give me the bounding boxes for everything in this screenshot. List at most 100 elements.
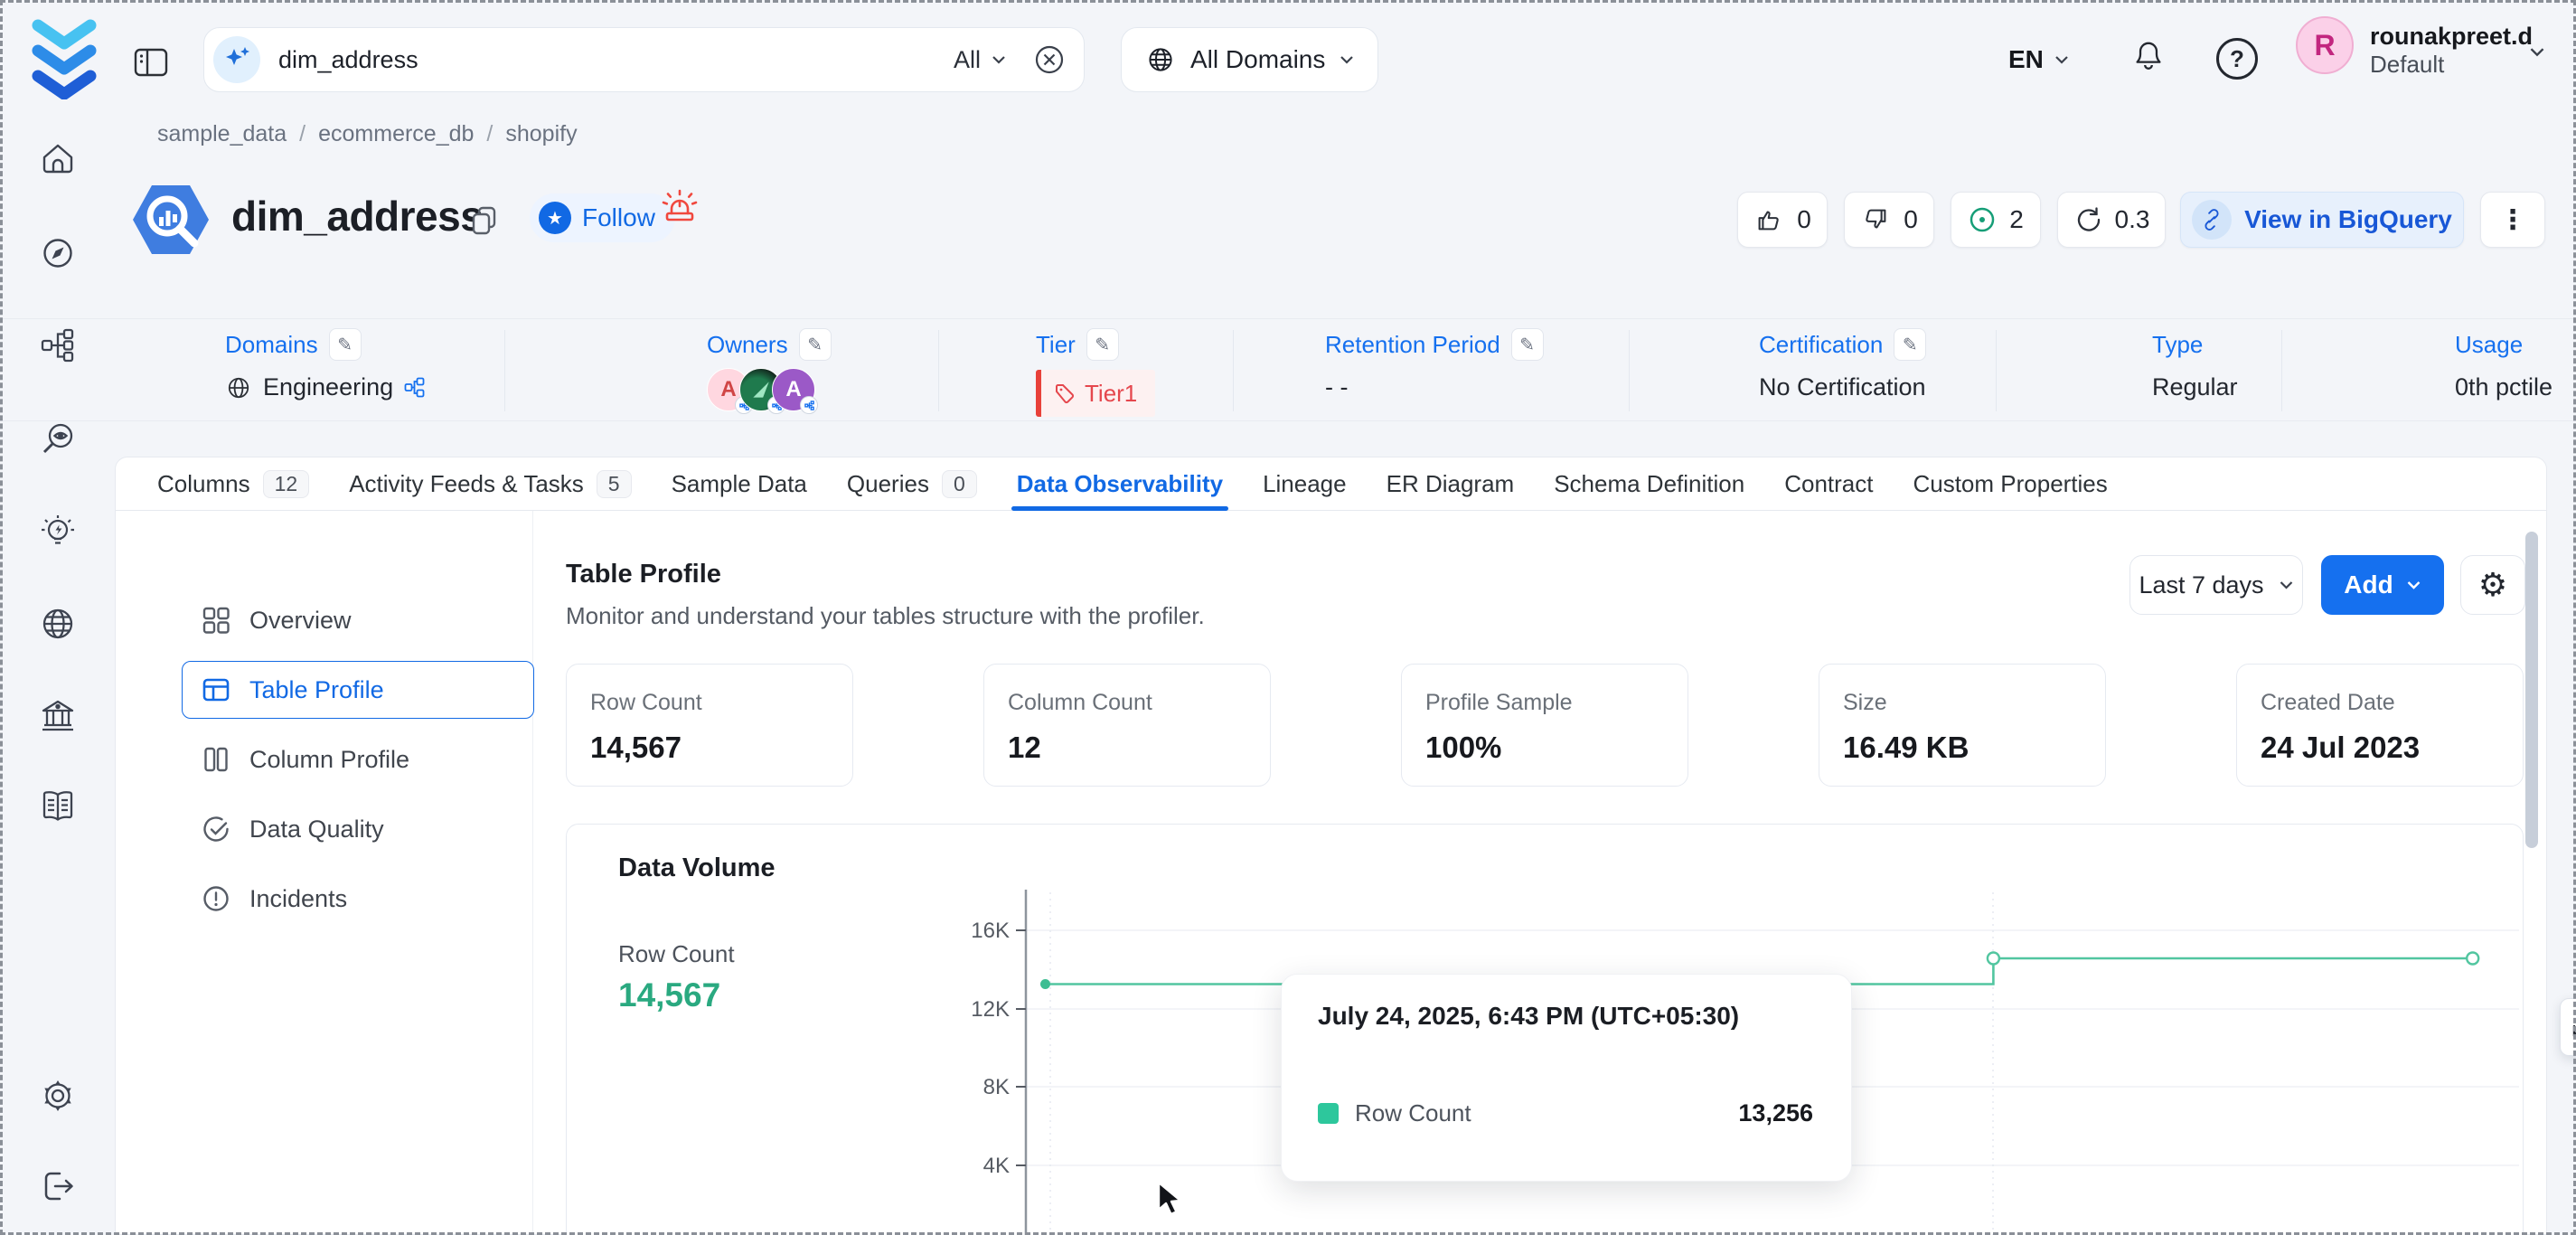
- breadcrumb: sample_data / ecommerce_db / shopify: [157, 121, 578, 147]
- tab-queries[interactable]: Queries0: [827, 457, 997, 511]
- tooltip-series-name: Row Count: [1355, 1099, 1722, 1127]
- edit-tier-icon[interactable]: ✎: [1086, 328, 1119, 361]
- settings-gear-icon[interactable]: [36, 1074, 80, 1117]
- notifications-bell-icon[interactable]: [2129, 36, 2167, 74]
- thumbs-down-icon: [1860, 204, 1891, 235]
- version-button[interactable]: 0.3: [2057, 192, 2166, 248]
- subnav-item-data-quality[interactable]: Data Quality: [182, 800, 534, 858]
- user-menu[interactable]: rounakpreet.d Default: [2370, 22, 2533, 80]
- explore-compass-icon[interactable]: [36, 231, 80, 275]
- breadcrumb-separator: /: [486, 121, 493, 147]
- user-menu-chevron-icon[interactable]: [2529, 47, 2545, 58]
- domain-filter-dropdown[interactable]: All Domains: [1121, 27, 1378, 92]
- domains-value[interactable]: Engineering: [263, 373, 393, 401]
- tab-data-observability[interactable]: Data Observability: [997, 457, 1243, 511]
- data-volume-card: Data Volume Row Count 14,567 16K 12K: [566, 824, 2524, 1235]
- stat-label: Column Count: [1008, 690, 1246, 716]
- task-circle-dot-icon: [1968, 205, 1997, 234]
- view-in-bigquery-button[interactable]: View in BigQuery: [2180, 192, 2464, 248]
- sidebar-collapse-icon[interactable]: [132, 43, 170, 81]
- bigquery-service-icon: [127, 175, 215, 264]
- ai-sparkle-icon: [213, 36, 260, 83]
- tier-badge[interactable]: Tier1: [1036, 370, 1155, 417]
- edit-domains-icon[interactable]: ✎: [329, 328, 362, 361]
- edit-certification-icon[interactable]: ✎: [1894, 328, 1926, 361]
- add-button[interactable]: Add: [2321, 555, 2444, 615]
- stat-card-created-date: Created Date 24 Jul 2023: [2236, 664, 2524, 787]
- app-logo-icon[interactable]: [29, 18, 99, 99]
- domains-globe-icon[interactable]: [36, 602, 80, 646]
- follow-button[interactable]: ★ Follow: [530, 193, 675, 242]
- retention-field: Retention Period ✎ - -: [1325, 326, 1544, 401]
- alert-siren-icon[interactable]: [658, 186, 701, 230]
- logout-icon[interactable]: [36, 1164, 80, 1208]
- more-options-kebab-icon[interactable]: ⋮: [2480, 192, 2545, 248]
- retention-label: Retention Period: [1325, 331, 1500, 359]
- entity-title: dim_address: [231, 192, 483, 240]
- search-input[interactable]: [278, 46, 954, 74]
- thumbs-up-icon: [1753, 204, 1784, 235]
- global-search-bar[interactable]: All: [203, 27, 1085, 92]
- metadata-strip: Domains ✎ Engineering Owners ✎ A A Tier: [0, 318, 2576, 421]
- subnav-item-incidents[interactable]: Incidents: [182, 870, 534, 928]
- breadcrumb-item[interactable]: shopify: [505, 121, 577, 147]
- stat-card-profile-sample: Profile Sample 100%: [1401, 664, 1688, 787]
- star-icon: ★: [539, 202, 571, 234]
- edit-owners-icon[interactable]: ✎: [799, 328, 832, 361]
- open-tasks-button[interactable]: 2: [1951, 192, 2041, 248]
- downvote-button[interactable]: 0: [1844, 192, 1934, 248]
- line-end-dot: [2467, 953, 2478, 965]
- subnav-item-table-profile[interactable]: Table Profile: [182, 661, 534, 719]
- insights-bulb-icon[interactable]: [36, 510, 80, 553]
- entity-detail-panel: Columns12 Activity Feeds & Tasks5 Sample…: [115, 457, 2547, 1235]
- profiler-settings-gear-icon[interactable]: ⚙: [2460, 555, 2525, 615]
- stat-label: Row Count: [590, 690, 829, 716]
- tier-label: Tier: [1036, 331, 1076, 359]
- observability-search-icon[interactable]: [36, 418, 80, 461]
- type-label: Type: [2152, 331, 2203, 359]
- stat-value: 24 Jul 2023: [2261, 731, 2499, 765]
- y-tick-4k: 4K: [983, 1154, 1010, 1178]
- stat-value: 16.49 KB: [1843, 731, 2082, 765]
- usage-value: 0th pctile: [2455, 373, 2552, 401]
- external-link-icon: [2192, 200, 2232, 240]
- time-range-dropdown[interactable]: Last 7 days: [2129, 555, 2303, 615]
- search-clear-icon[interactable]: [1031, 42, 1067, 78]
- breadcrumb-item[interactable]: sample_data: [157, 121, 287, 147]
- owner-badge-icon: [800, 396, 818, 414]
- usage-label: Usage: [2455, 331, 2523, 359]
- tab-activity-feeds[interactable]: Activity Feeds & Tasks5: [329, 457, 651, 511]
- upvote-button[interactable]: 0: [1737, 192, 1828, 248]
- data-volume-title: Data Volume: [618, 853, 776, 883]
- resize-handle-button[interactable]: [2560, 998, 2576, 1056]
- tab-er-diagram[interactable]: ER Diagram: [1367, 457, 1535, 511]
- language-dropdown[interactable]: EN: [2008, 33, 2069, 87]
- app-window: All All Domains EN ? R rounakpreet.d Def…: [0, 0, 2576, 1235]
- certification-value: No Certification: [1759, 373, 1926, 401]
- table-profile-description: Monitor and understand your tables struc…: [566, 602, 1205, 630]
- subnav-item-column-profile[interactable]: Column Profile: [182, 731, 534, 788]
- panel-scrollbar[interactable]: [2525, 532, 2538, 848]
- home-icon[interactable]: [36, 137, 80, 181]
- search-scope-dropdown[interactable]: All: [954, 46, 1006, 74]
- tab-contract[interactable]: Contract: [1764, 457, 1893, 511]
- y-tick-16k: 16K: [971, 919, 1010, 943]
- tab-custom-properties[interactable]: Custom Properties: [1893, 457, 2127, 511]
- help-icon[interactable]: ?: [2216, 38, 2258, 80]
- tooltip-timestamp: July 24, 2025, 6:43 PM (UTC+05:30): [1318, 1002, 1739, 1031]
- tab-lineage[interactable]: Lineage: [1243, 457, 1367, 511]
- tab-sample-data[interactable]: Sample Data: [652, 457, 827, 511]
- stat-label: Size: [1843, 690, 2082, 716]
- chevron-down-icon: [2279, 580, 2294, 590]
- edit-retention-icon[interactable]: ✎: [1511, 328, 1544, 361]
- tab-schema-definition[interactable]: Schema Definition: [1534, 457, 1764, 511]
- tag-icon: [1054, 382, 1076, 404]
- tab-columns[interactable]: Columns12: [137, 457, 329, 511]
- govern-bank-icon[interactable]: [36, 694, 80, 738]
- breadcrumb-item[interactable]: ecommerce_db: [318, 121, 474, 147]
- copy-name-icon[interactable]: [468, 204, 501, 237]
- user-avatar[interactable]: R: [2296, 16, 2354, 74]
- owner-avatar[interactable]: A: [772, 368, 815, 411]
- glossary-book-icon[interactable]: [36, 785, 80, 828]
- subnav-item-overview[interactable]: Overview: [182, 591, 534, 649]
